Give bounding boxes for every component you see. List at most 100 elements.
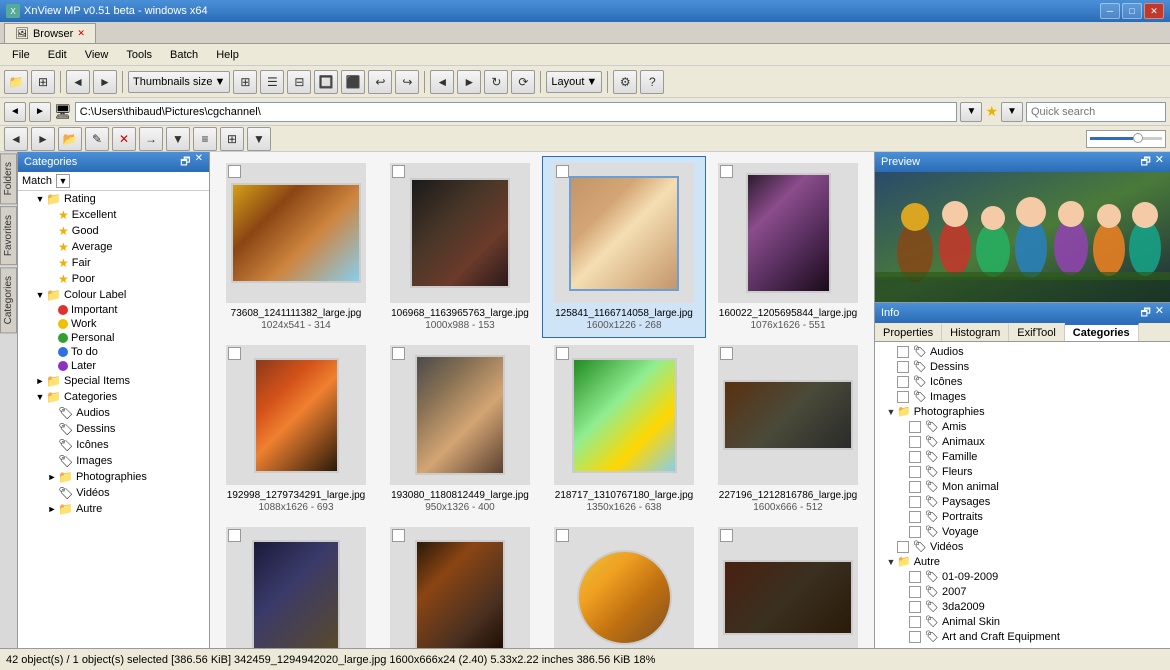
cat-mon-animal[interactable]: 🏷 Mon animal [877,479,1168,494]
tree-poor[interactable]: ★ Poor [18,271,209,287]
tab-categories[interactable]: Categories [1065,323,1139,341]
tree-dessins[interactable]: 🏷 Dessins [18,421,209,437]
thumb-checkbox-9[interactable] [228,529,241,542]
cat-photographies-toggle[interactable]: ▼ [885,407,897,417]
preview-restore-icon[interactable]: 🗗 [1140,153,1150,172]
menu-file[interactable]: File [4,47,38,63]
menu-edit[interactable]: Edit [40,47,75,63]
cat-animaux[interactable]: 🏷 Animaux [877,434,1168,449]
layout-dropdown[interactable]: Layout ▼ [546,71,602,93]
rotate-right-button[interactable]: ↪ [395,70,419,94]
cat-portraits-checkbox[interactable] [909,511,921,523]
tb2-sort[interactable]: ≡ [193,127,217,151]
cat-2007-checkbox[interactable] [909,586,921,598]
thumb-cell-10[interactable] [378,520,542,648]
thumbnails-size-dropdown[interactable]: Thumbnails size ▼ [128,71,230,93]
grid-button[interactable]: ⊞ [31,70,55,94]
tree-todo[interactable]: To do [18,345,209,359]
info-restore-icon[interactable]: 🗗 [1140,304,1150,323]
menu-tools[interactable]: Tools [118,47,160,63]
panel-restore-icon[interactable]: 🗗 [180,153,190,172]
tree-good[interactable]: ★ Good [18,223,209,239]
back-button[interactable]: ◄ [66,70,90,94]
cat-audios[interactable]: 🏷 Audios [877,344,1168,359]
zoom-handle[interactable] [1133,133,1143,143]
tree-work[interactable]: Work [18,317,209,331]
tree-autre[interactable]: ► 📁 Autre [18,501,209,517]
sidebar-tab-categories[interactable]: Categories [0,267,17,333]
browser-tab-close[interactable]: ✕ [77,28,85,39]
view-btn-1[interactable]: ⊞ [233,70,257,94]
menu-view[interactable]: View [77,47,117,63]
tree-categories-folder[interactable]: ▼ 📁 Categories [18,389,209,405]
thumb-cell-6[interactable]: 193080_1180812449_large.jpg 950x1326 - 4… [378,338,542,520]
thumb-checkbox-4[interactable] [720,165,733,178]
cat-animal-skin-checkbox[interactable] [909,616,921,628]
favorite-star-icon[interactable]: ★ [985,103,998,120]
cat-videos[interactable]: 🏷 Vidéos [877,539,1168,554]
thumb-checkbox-5[interactable] [228,347,241,360]
tab-histogram[interactable]: Histogram [942,323,1009,341]
tree-audios[interactable]: 🏷 Audios [18,405,209,421]
cat-voyage[interactable]: 🏷 Voyage [877,524,1168,539]
sidebar-tab-folders[interactable]: Folders [0,153,17,204]
thumb-cell-1[interactable]: 73608_1241111382_large.jpg 1024x541 - 31… [214,156,378,338]
thumb-checkbox-6[interactable] [392,347,405,360]
cat-dessins-checkbox[interactable] [897,361,909,373]
view-btn-2[interactable]: ☰ [260,70,284,94]
cat-videos-checkbox[interactable] [897,541,909,553]
cat-audios-checkbox[interactable] [897,346,909,358]
maximize-button[interactable]: □ [1122,3,1142,19]
thumb-cell-9[interactable] [214,520,378,648]
forward-button[interactable]: ► [93,70,117,94]
cat-paysages-checkbox[interactable] [909,496,921,508]
menu-batch[interactable]: Batch [162,47,206,63]
thumb-cell-8[interactable]: 227196_1212816786_large.jpg 1600x666 - 5… [706,338,870,520]
special-toggle[interactable]: ► [34,376,46,386]
tb2-back[interactable]: ◄ [4,127,28,151]
tab-properties[interactable]: Properties [875,323,942,341]
cat-animal-skin[interactable]: 🏷 Animal Skin [877,614,1168,629]
thumb-checkbox-1[interactable] [228,165,241,178]
thumb-cell-12[interactable] [706,520,870,648]
cat-icones[interactable]: 🏷 Icônes [877,374,1168,389]
cat-01-09-2009[interactable]: 🏷 01-09-2009 [877,569,1168,584]
tree-fair[interactable]: ★ Fair [18,255,209,271]
thumb-cell-4[interactable]: 160022_1205695844_large.jpg 1076x1626 - … [706,156,870,338]
tree-average[interactable]: ★ Average [18,239,209,255]
thumb-cell-11[interactable] [542,520,706,648]
cat-voyage-checkbox[interactable] [909,526,921,538]
thumb-checkbox-2[interactable] [392,165,405,178]
tb2-move[interactable]: → [139,127,163,151]
rating-toggle[interactable]: ▼ [34,194,46,204]
cat-dessins[interactable]: 🏷 Dessins [877,359,1168,374]
cat-autre[interactable]: ▼ 📁 Autre [877,554,1168,569]
thumb-checkbox-12[interactable] [720,529,733,542]
nav-forward-button[interactable]: ► [457,70,481,94]
cat-photographies[interactable]: ▼ 📁 Photographies [877,404,1168,419]
sidebar-tab-favorites[interactable]: Favorites [0,206,17,265]
cat-fleurs[interactable]: 🏷 Fleurs [877,464,1168,479]
thumb-checkbox-8[interactable] [720,347,733,360]
cat-paysages[interactable]: 🏷 Paysages [877,494,1168,509]
cat-3da2009[interactable]: 🏷 3da2009 [877,599,1168,614]
zoom-slider-area[interactable] [1086,130,1166,148]
photo-toggle[interactable]: ► [46,472,58,482]
addr-forward-button[interactable]: ► [29,102,51,122]
autre-toggle[interactable]: ► [46,504,58,514]
search-input[interactable] [1026,102,1166,122]
cat-art-craft[interactable]: 🏷 Art and Craft Equipment [877,629,1168,644]
tree-icones[interactable]: 🏷 Icônes [18,437,209,453]
cat-portraits[interactable]: 🏷 Portraits [877,509,1168,524]
tree-videos[interactable]: 🏷 Vidéos [18,485,209,501]
thumb-cell-7[interactable]: 218717_1310767180_large.jpg 1350x1626 - … [542,338,706,520]
menu-help[interactable]: Help [208,47,247,63]
cat-icones-checkbox[interactable] [897,376,909,388]
info-close-icon[interactable]: ✕ [1155,304,1164,323]
cat-2007[interactable]: 🏷 2007 [877,584,1168,599]
cat-01-09-2009-checkbox[interactable] [909,571,921,583]
thumb-checkbox-10[interactable] [392,529,405,542]
reload-button[interactable]: ⟳ [511,70,535,94]
thumb-cell-5[interactable]: 192998_1279734291_large.jpg 1088x1626 - … [214,338,378,520]
tb2-edit[interactable]: ✎ [85,127,109,151]
